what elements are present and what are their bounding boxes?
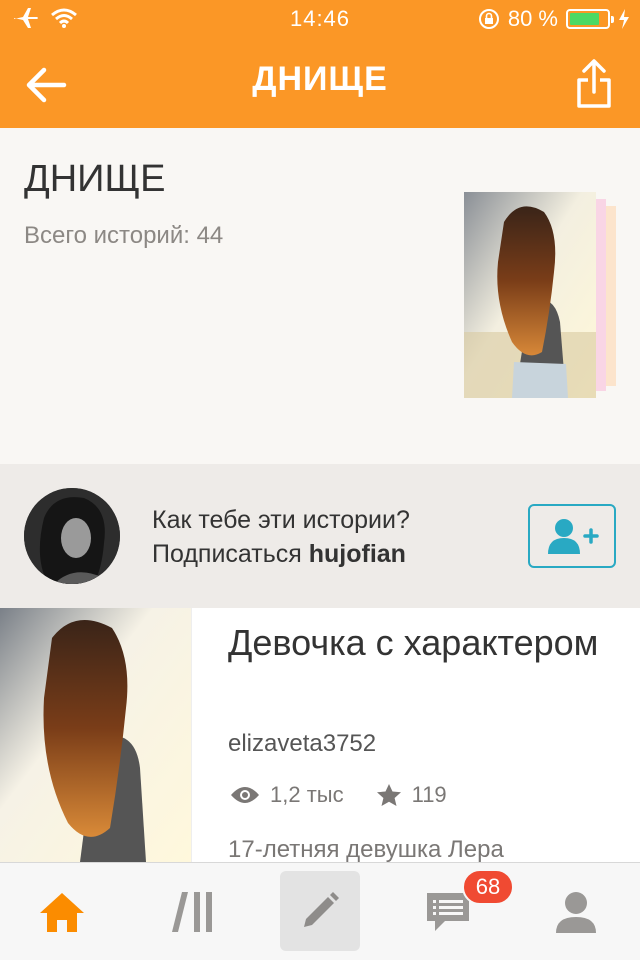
story-title[interactable]: Девочка с характером xyxy=(228,618,618,668)
star-icon xyxy=(376,784,401,806)
collection-title: ДНИЩЕ xyxy=(24,158,166,200)
avatar[interactable] xyxy=(24,488,120,584)
story-stats: 1,2 тыс 119 xyxy=(230,782,479,808)
tab-bar: 68 xyxy=(0,862,640,960)
write-icon xyxy=(304,892,339,927)
add-user-icon xyxy=(548,519,599,554)
status-bar: 14:46 80 % xyxy=(0,0,640,40)
tab-write[interactable] xyxy=(280,871,360,951)
status-right: 80 % xyxy=(478,6,630,32)
stars-count: 119 xyxy=(411,782,447,807)
battery-fill xyxy=(570,13,599,25)
eye-icon xyxy=(231,787,259,803)
story-card[interactable]: Девочка с характером elizaveta3752 1,2 т… xyxy=(0,608,640,862)
library-icon xyxy=(172,892,212,932)
messages-badge: 68 xyxy=(462,869,514,905)
rotation-lock-icon xyxy=(478,9,499,29)
views-stat: 1,2 тыс xyxy=(230,782,344,808)
page-title: ДНИЩЕ xyxy=(252,60,388,98)
share-button[interactable] xyxy=(576,58,612,110)
subscribe-question: Как тебе эти истории? xyxy=(152,506,410,534)
views-count: 1,2 тыс xyxy=(270,782,344,807)
story-cover-image xyxy=(0,608,192,862)
follow-button[interactable] xyxy=(528,504,616,568)
tab-profile[interactable] xyxy=(528,863,624,960)
profile-icon xyxy=(556,892,596,933)
tab-library[interactable] xyxy=(144,863,240,960)
battery-icon xyxy=(566,9,614,29)
battery-percent: 80 % xyxy=(507,6,558,31)
collection-cover-stack[interactable] xyxy=(464,192,624,402)
charging-icon xyxy=(619,9,629,29)
tab-home[interactable] xyxy=(14,863,110,960)
story-description: 17-летняя девушка Лера xyxy=(228,836,504,862)
home-icon xyxy=(40,893,84,932)
subscribe-prefix: Подписаться xyxy=(152,540,302,568)
collection-info: ДНИЩЕ Всего историй: 44 xyxy=(0,128,640,464)
subscribe-banner: Как тебе эти истории? Подписаться hujofi… xyxy=(0,464,640,608)
subscribe-username[interactable]: hujofian xyxy=(309,540,406,568)
collection-count: Всего историй: 44 xyxy=(24,222,224,249)
stars-stat: 119 xyxy=(376,782,447,808)
story-author[interactable]: elizaveta3752 xyxy=(228,730,376,758)
app-header: 14:46 80 % ДНИЩЕ xyxy=(0,0,640,128)
subscribe-text[interactable]: Подписаться hujofian xyxy=(152,540,406,569)
share-icon xyxy=(577,59,611,108)
collection-cover-image xyxy=(464,192,596,398)
